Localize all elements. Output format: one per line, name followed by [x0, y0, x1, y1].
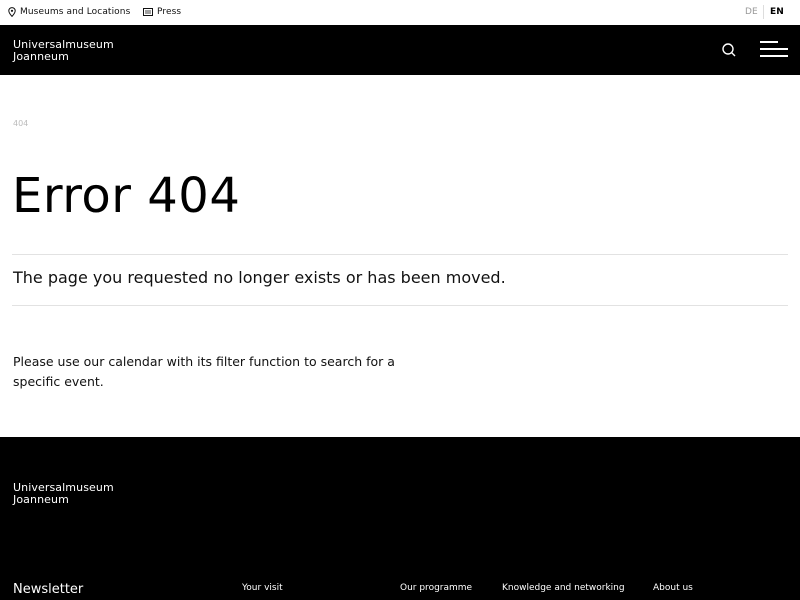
menu-icon-bar: [760, 55, 788, 57]
error-message: The page you requested no longer exists …: [13, 268, 506, 287]
help-text: Please use our calendar with its filter …: [13, 354, 395, 389]
footer-nav-your-visit[interactable]: Your visit: [242, 583, 283, 593]
museums-locations-label: Museums and Locations: [20, 7, 131, 17]
menu-icon-bar: [760, 48, 788, 50]
footer-logo[interactable]: Universalmuseum Joanneum: [13, 482, 114, 506]
press-label: Press: [157, 7, 182, 17]
search-icon: [720, 43, 738, 63]
newspaper-icon: [143, 8, 153, 16]
breadcrumb[interactable]: 404: [13, 119, 28, 128]
search-button[interactable]: [720, 41, 738, 59]
page-title: Error 404: [12, 168, 241, 224]
site-logo[interactable]: Universalmuseum Joanneum: [13, 39, 114, 63]
footer-nav-about-us[interactable]: About us: [653, 583, 693, 593]
newsletter-heading[interactable]: Newsletter: [13, 582, 83, 597]
divider: [12, 305, 788, 306]
logo-line-2: Joanneum: [13, 50, 69, 63]
location-pin-icon: [8, 7, 16, 17]
footer-logo-line-2: Joanneum: [13, 493, 69, 506]
divider: [12, 254, 788, 255]
language-divider: [763, 5, 764, 19]
menu-icon: [760, 41, 778, 43]
menu-button[interactable]: [760, 41, 788, 59]
footer-nav-knowledge-networking[interactable]: Knowledge and networking: [502, 583, 625, 593]
top-utility-bar: Museums and Locations Press DE EN: [0, 0, 800, 25]
language-en-link[interactable]: EN: [770, 7, 784, 17]
language-de-link[interactable]: DE: [745, 7, 758, 17]
footer-nav-our-programme[interactable]: Our programme: [400, 583, 472, 593]
museums-locations-link[interactable]: Museums and Locations: [8, 7, 130, 17]
site-footer: Universalmuseum Joanneum Newsletter Your…: [0, 437, 800, 600]
press-link[interactable]: Press: [143, 7, 181, 17]
site-header: Universalmuseum Joanneum: [0, 25, 800, 75]
